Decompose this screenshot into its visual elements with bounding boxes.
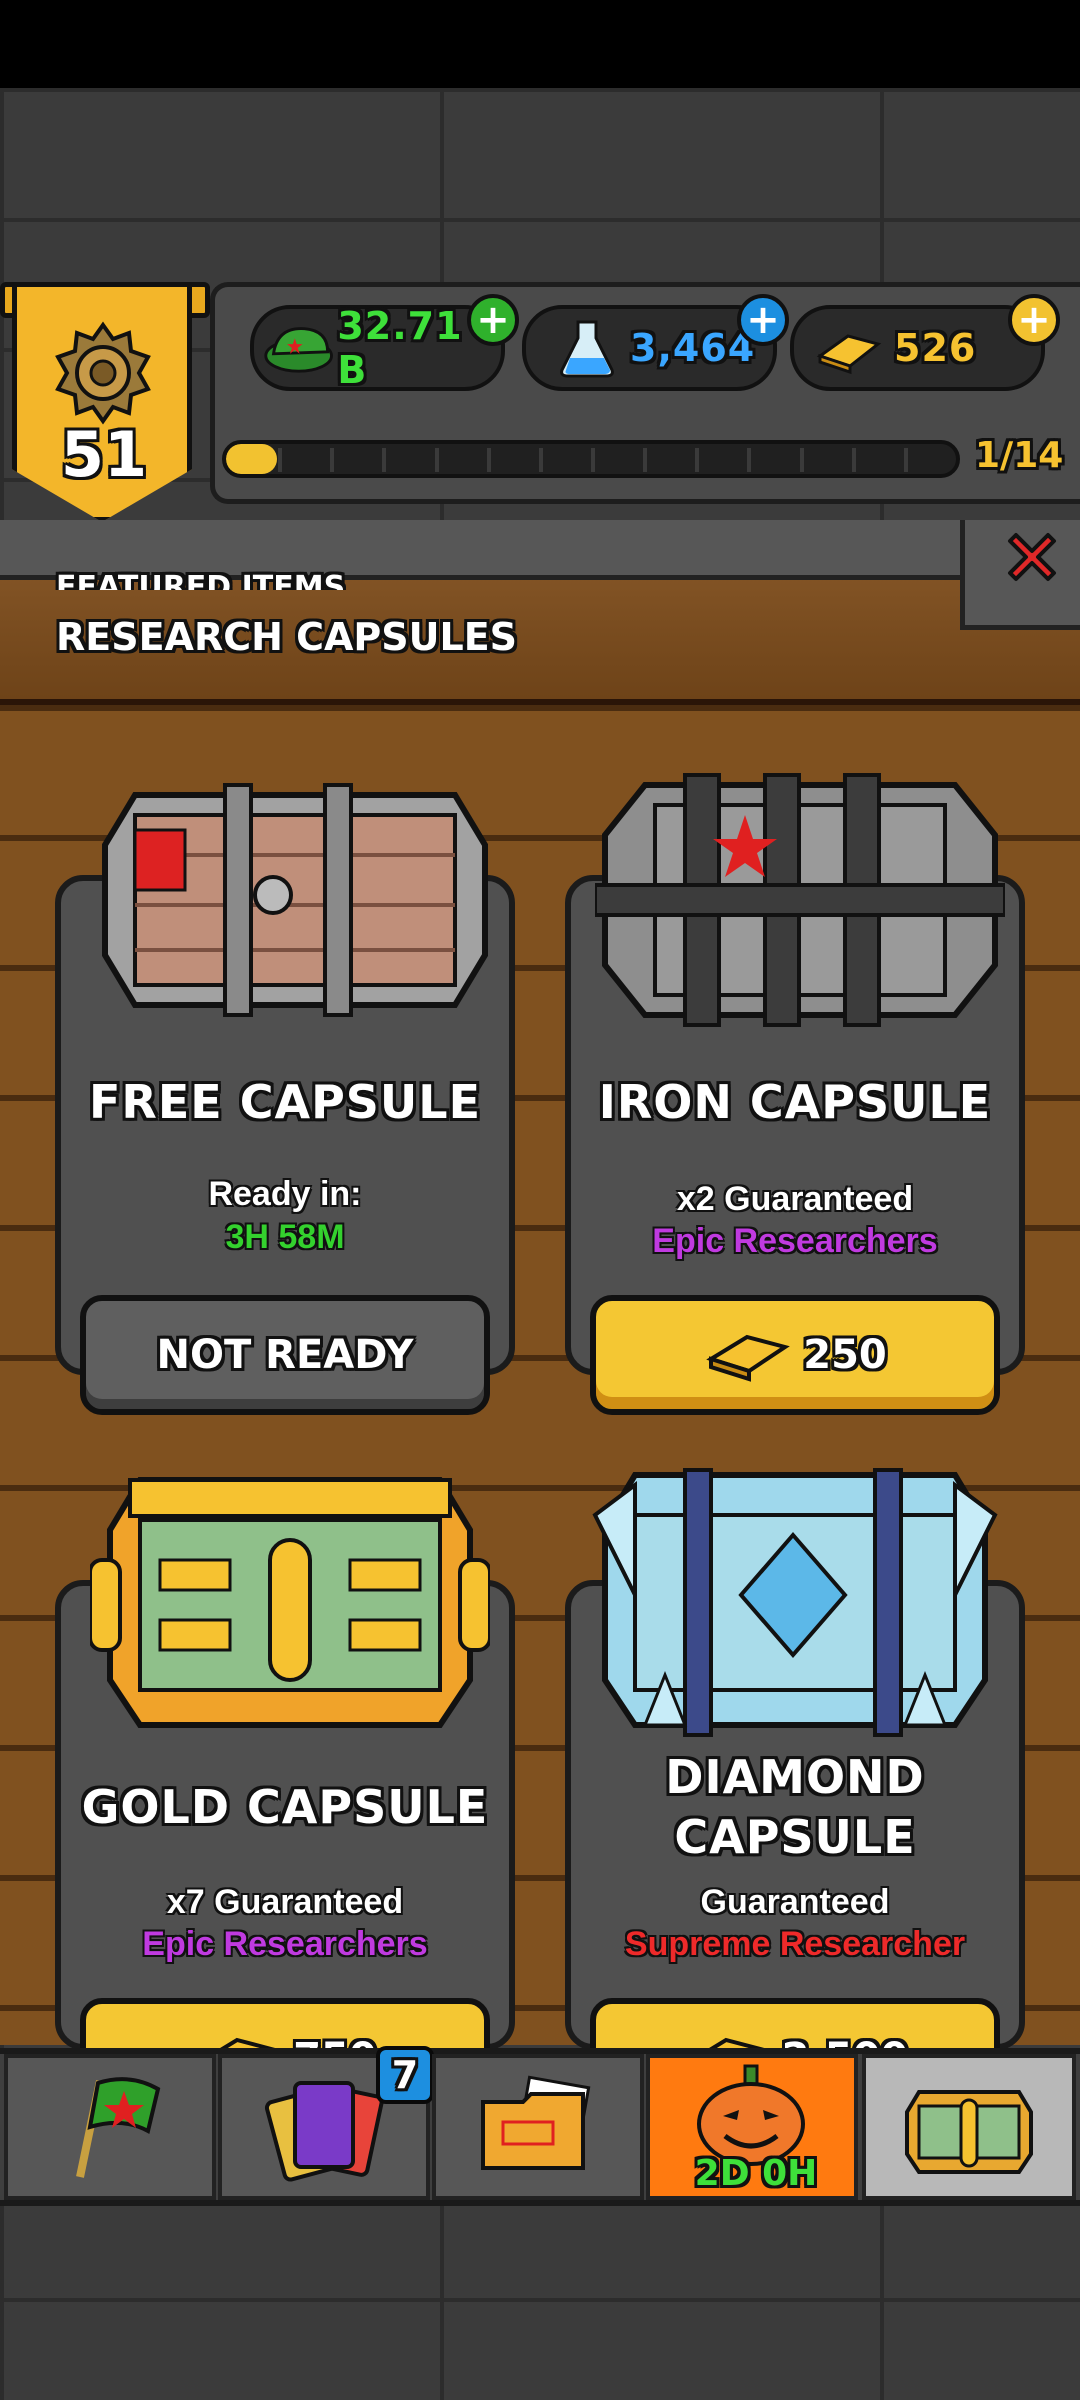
xp-segment-divider [278, 448, 283, 472]
diamond-capsule-title-line1: DIAMOND [665, 1750, 925, 1804]
free-capsule-title: FREE CAPSULE [89, 1075, 481, 1129]
cards-badge: 7 [376, 2046, 434, 2104]
iron-capsule-line1: x2 Guaranteed [676, 1180, 914, 1218]
add-cash-button[interactable]: + [467, 294, 519, 346]
flag-icon [76, 2077, 161, 2178]
gold-capsule-line1: x7 Guaranteed [166, 1883, 404, 1921]
nav-tab-capsules[interactable] [862, 2054, 1076, 2200]
xp-segment-divider [382, 448, 387, 472]
add-gold-button[interactable]: + [1008, 294, 1060, 346]
gold-capsule-icon [90, 1477, 490, 1728]
xp-progress-label: 1/14 [975, 435, 1064, 476]
gold-capsule-title: GOLD CAPSULE [81, 1780, 489, 1834]
xp-segment-divider [643, 448, 648, 472]
event-timer: 2D 0H [694, 2153, 818, 2194]
flask-icon [560, 320, 614, 378]
gold-bar-icon [816, 334, 882, 375]
capsule-icon [905, 2090, 1033, 2174]
diamond-capsule-icon [592, 1468, 998, 1737]
free-capsule-timer: 3H 58M [225, 1218, 345, 1256]
xp-segment-divider [747, 448, 752, 472]
xp-segment-divider [486, 448, 491, 472]
diamond-capsule-line2: Supreme Researcher [624, 1925, 966, 1963]
xp-segment-divider [330, 448, 335, 472]
iron-capsule-price: 250 [803, 1332, 887, 1378]
xp-segment-divider [538, 448, 543, 472]
nav-tab-missions[interactable] [432, 2054, 644, 2200]
free-capsule-icon [102, 783, 488, 1017]
cards-icon [264, 2081, 384, 2182]
xp-segment-divider [903, 448, 908, 472]
nav-tab-event[interactable]: 2D 0H [646, 2054, 858, 2200]
gold-value: 526 [894, 326, 977, 370]
gold-pill[interactable]: 526 [790, 305, 1045, 391]
status-bar [0, 0, 1080, 88]
cash-cap-icon [264, 327, 333, 373]
xp-progress-fill [226, 444, 278, 474]
iron-capsule-title: IRON CAPSULE [598, 1075, 992, 1129]
iron-capsule-icon [595, 773, 1005, 1027]
nav-tab-campaign[interactable] [4, 2054, 216, 2200]
section-title: RESEARCH CAPSULES [56, 615, 518, 659]
xp-segment-divider [799, 448, 804, 472]
gold-bar-icon [706, 1334, 791, 1382]
xp-segment-divider [434, 448, 439, 472]
research-value: 3,464 [630, 326, 756, 370]
diamond-capsule-title-line2: CAPSULE [674, 1810, 916, 1864]
not-ready-button[interactable]: NOT READY [80, 1295, 490, 1415]
iron-capsule-line2: Epic Researchers [652, 1222, 938, 1260]
folder-icon [481, 2075, 591, 2170]
gold-capsule-line2: Epic Researchers [142, 1925, 428, 1963]
rank-gear-icon [55, 321, 151, 425]
buy-iron-capsule-button[interactable]: 250 [590, 1295, 1000, 1415]
xp-segment-divider [591, 448, 595, 472]
rank-level: 51 [60, 418, 148, 491]
add-research-button[interactable]: + [737, 294, 789, 346]
xp-segment-divider [695, 448, 700, 472]
xp-segment-divider [851, 448, 856, 472]
free-capsule-line1: Ready in: [208, 1175, 362, 1213]
featured-items-clip: FEATURED ITEMS [0, 560, 1080, 590]
not-ready-button-label: NOT READY [156, 1332, 414, 1378]
featured-items-label: FEATURED ITEMS [56, 570, 346, 590]
xp-progress-bar [222, 440, 960, 478]
diamond-capsule-line1: Guaranteed [700, 1883, 890, 1921]
